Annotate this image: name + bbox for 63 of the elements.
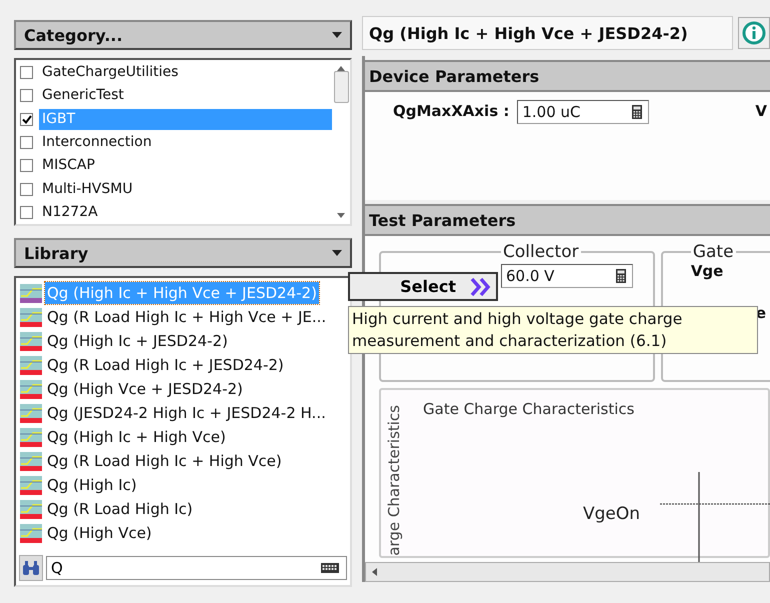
test-icon [19, 522, 43, 544]
library-item[interactable]: Qg (R Load High Ic + High Vce) [45, 450, 284, 472]
checkbox[interactable] [20, 182, 33, 196]
axis-label: arge Characteristics [385, 405, 403, 556]
marker-label: VgeOn [583, 504, 640, 524]
library-dropdown[interactable]: Library [14, 238, 352, 268]
checkbox[interactable] [20, 136, 33, 150]
tooltip: High current and high voltage gate charge measurement and characterization (6.1) [348, 306, 758, 354]
category-dropdown[interactable]: Category... [14, 20, 352, 50]
info-button[interactable] [738, 17, 770, 49]
calculator-icon[interactable] [630, 104, 644, 120]
test-icon [19, 474, 43, 496]
test-icon [19, 402, 43, 424]
scroll-thumb[interactable] [334, 71, 348, 103]
chart-title: Gate Charge Characteristics [423, 400, 636, 418]
caret-icon [332, 32, 342, 38]
checkbox[interactable] [20, 206, 33, 219]
library-item[interactable]: Qg (R Load High Ic + High Vce + JE... [45, 306, 328, 328]
field-label: QgMaxXAxis : [393, 101, 510, 122]
test-icon [19, 282, 43, 304]
section-header: Test Parameters [365, 204, 770, 236]
test-icon [19, 450, 43, 472]
horizontal-scrollbar[interactable] [365, 562, 770, 582]
info-icon [742, 21, 766, 45]
checkbox[interactable] [20, 112, 33, 126]
caret-icon [332, 250, 342, 256]
category-item[interactable]: GateChargeUtilities [39, 62, 332, 84]
test-icon [19, 330, 43, 352]
section-header: Device Parameters [365, 60, 770, 92]
field-label: V [755, 101, 767, 122]
library-item[interactable]: Qg (High Vce + JESD24-2) [45, 378, 245, 400]
library-item[interactable]: Qg (R Load High Ic + JESD24-2) [45, 354, 286, 376]
checkbox[interactable] [20, 66, 33, 80]
library-item[interactable]: Qg (High Vce) [45, 522, 154, 544]
input-field[interactable]: 60.0 V [501, 264, 633, 288]
input-field[interactable]: 1.00 uC [517, 100, 650, 124]
category-item[interactable]: Multi-HVSMU [39, 178, 332, 200]
test-icon [19, 498, 43, 520]
library-item[interactable]: Qg (JESD24-2 High Ic + JESD24-2 H... [45, 402, 328, 424]
checkbox[interactable] [20, 159, 33, 172]
calculator-icon[interactable] [614, 268, 628, 284]
category-item[interactable]: N1272A [39, 202, 332, 223]
checkbox[interactable] [20, 89, 33, 102]
scroll-left-icon[interactable] [372, 568, 377, 576]
library-item[interactable]: Qg (R Load High Ic) [45, 498, 195, 520]
test-icon [19, 306, 43, 328]
library-item[interactable]: Qg (High Ic) [45, 474, 139, 496]
test-icon [19, 354, 43, 376]
category-item[interactable]: Interconnection [39, 132, 332, 154]
binoculars-icon[interactable] [19, 555, 43, 581]
test-title: Qg (High Ic + High Vce + JESD24-2) [362, 16, 733, 50]
select-button[interactable]: Select [348, 272, 498, 301]
search-field[interactable]: Q [46, 556, 347, 580]
keyboard-icon[interactable] [321, 563, 339, 573]
test-icon [19, 378, 43, 400]
category-item[interactable]: MISCAP [39, 155, 332, 176]
library-item[interactable]: Qg (High Ic + High Vce) [45, 426, 228, 448]
double-chevron-icon [470, 276, 492, 296]
library-item[interactable]: Qg (High Ic + JESD24-2) [45, 330, 230, 352]
category-item[interactable]: GenericTest [39, 85, 332, 106]
field-label: Vge [690, 262, 724, 280]
scroll-down-icon[interactable] [337, 213, 345, 218]
test-icon [19, 426, 43, 448]
